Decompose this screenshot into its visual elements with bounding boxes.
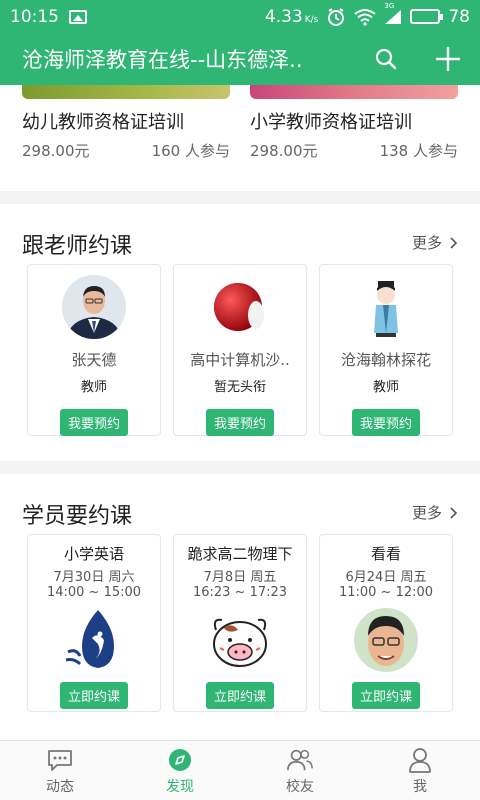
- book-lesson-button[interactable]: 立即约课: [59, 682, 128, 709]
- lesson-time: 14:00 ~ 15:00: [46, 585, 142, 600]
- course-participants: 160 人参与: [151, 142, 230, 160]
- teacher-booking-section: 跟老师约课 更多 张天德 教师 我要预约 高中计算机沙.. 暂无头衔 我要预约 …: [0, 204, 480, 461]
- tab-discover[interactable]: 发现: [120, 741, 240, 800]
- app-bar: 沧海师泽教育在线--山东德泽..: [0, 33, 480, 85]
- more-label: 更多: [411, 504, 442, 522]
- book-lesson-button[interactable]: 立即约课: [205, 682, 274, 709]
- tab-label: 校友: [286, 778, 314, 795]
- search-button[interactable]: [372, 45, 400, 73]
- lesson-course: 小学英语: [63, 545, 124, 563]
- app-title: 沧海师泽教育在线--山东德泽..: [22, 48, 303, 72]
- person-icon: [409, 747, 431, 773]
- battery-level: 78: [448, 6, 470, 27]
- teacher-role: 教师: [80, 380, 107, 395]
- battery-icon: [410, 9, 444, 24]
- lesson-time: 16:23 ~ 17:23: [192, 585, 288, 600]
- teacher-name: 沧海翰林探花: [340, 351, 431, 369]
- course-title[interactable]: 小学教师资格证培训: [250, 108, 412, 134]
- add-button[interactable]: [434, 45, 462, 73]
- course-title[interactable]: 幼儿教师资格证培训: [22, 108, 184, 134]
- plus-icon: [435, 46, 461, 72]
- section-title: 学员要约课: [22, 504, 133, 529]
- course-thumbnail[interactable]: [250, 85, 458, 99]
- chat-bubble-icon: [48, 749, 72, 771]
- book-button[interactable]: 我要预约: [205, 409, 274, 436]
- signal-indicator: 3G: [384, 2, 402, 25]
- teacher-avatar: [208, 275, 272, 339]
- teacher-role: 教师: [372, 380, 399, 395]
- tab-label: 动态: [46, 778, 74, 795]
- network-speed-value: 4.33: [264, 6, 303, 27]
- chevron-right-icon: [450, 506, 458, 519]
- more-link[interactable]: 更多: [412, 232, 458, 253]
- signal-icon: [385, 9, 402, 24]
- image-notification-icon: [69, 9, 87, 24]
- tab-moments[interactable]: 动态: [0, 741, 120, 800]
- course-meta: 298.00元 160 人参与: [22, 140, 230, 161]
- more-link[interactable]: 更多: [412, 502, 458, 523]
- teacher-avatar: [354, 275, 418, 339]
- network-type: 3G: [384, 1, 395, 10]
- student-avatar: [208, 608, 272, 672]
- lesson-course: 跪求高二物理下: [187, 545, 293, 563]
- book-button[interactable]: 我要预约: [351, 409, 420, 436]
- network-speed-unit: K/s: [304, 14, 319, 25]
- lesson-course: 看看: [370, 545, 401, 563]
- course-meta: 298.00元 138 人参与: [250, 140, 458, 161]
- people-icon: [287, 749, 313, 770]
- chevron-right-icon: [450, 236, 458, 249]
- lesson-date: 7月30日 周六: [53, 570, 135, 585]
- book-lesson-button[interactable]: 立即约课: [351, 682, 420, 709]
- lesson-request-card[interactable]: 看看 6月24日 周五 11:00 ~ 12:00 立即约课: [319, 534, 453, 712]
- lesson-request-card[interactable]: 跪求高二物理下 7月8日 周五 16:23 ~ 17:23 立即约课: [173, 534, 307, 712]
- search-icon: [375, 48, 397, 70]
- teacher-avatar: [62, 275, 126, 339]
- teacher-card[interactable]: 沧海翰林探花 教师 我要预约: [319, 264, 453, 436]
- teacher-role: 暂无头衔: [213, 380, 266, 395]
- discover-content[interactable]: 幼儿教师资格证培训 298.00元 160 人参与 小学教师资格证培训 298.…: [0, 85, 480, 740]
- student-booking-section: 学员要约课 更多 小学英语 7月30日 周六 14:00 ~ 15:00 立即约…: [0, 474, 480, 740]
- course-price: 298.00元: [22, 142, 90, 160]
- course-participants: 138 人参与: [379, 142, 458, 160]
- tab-label: 发现: [166, 778, 194, 795]
- tab-me[interactable]: 我: [360, 741, 480, 800]
- more-label: 更多: [411, 234, 442, 252]
- status-bar: 10:15 4.33 K/s 3G 78: [0, 0, 480, 33]
- book-button[interactable]: 我要预约: [59, 409, 128, 436]
- teacher-card[interactable]: 张天德 教师 我要预约: [27, 264, 161, 436]
- student-avatar: [354, 608, 418, 672]
- lesson-request-card[interactable]: 小学英语 7月30日 周六 14:00 ~ 15:00 立即约课: [27, 534, 161, 712]
- tab-label: 我: [413, 778, 427, 795]
- course-list: 幼儿教师资格证培训 298.00元 160 人参与 小学教师资格证培训 298.…: [0, 85, 480, 191]
- compass-icon: [169, 748, 191, 771]
- teacher-name: 张天德: [71, 351, 117, 369]
- tab-alumni[interactable]: 校友: [240, 741, 360, 800]
- teacher-name: 高中计算机沙..: [190, 351, 290, 369]
- lesson-date: 6月24日 周五: [345, 570, 427, 585]
- status-time: 10:15: [10, 6, 59, 27]
- network-speed: 4.33 K/s: [265, 7, 318, 27]
- lesson-time: 11:00 ~ 12:00: [338, 585, 434, 600]
- student-avatar: [62, 608, 126, 672]
- bottom-tab-bar: 动态 发现 校友 我: [0, 740, 480, 800]
- alarm-icon: [328, 7, 345, 26]
- lesson-date: 7月8日 周五: [203, 570, 277, 585]
- course-price: 298.00元: [250, 142, 318, 160]
- wifi-icon: [354, 8, 376, 26]
- section-title: 跟老师约课: [22, 234, 133, 259]
- teacher-card[interactable]: 高中计算机沙.. 暂无头衔 我要预约: [173, 264, 307, 436]
- course-thumbnail[interactable]: [22, 85, 230, 99]
